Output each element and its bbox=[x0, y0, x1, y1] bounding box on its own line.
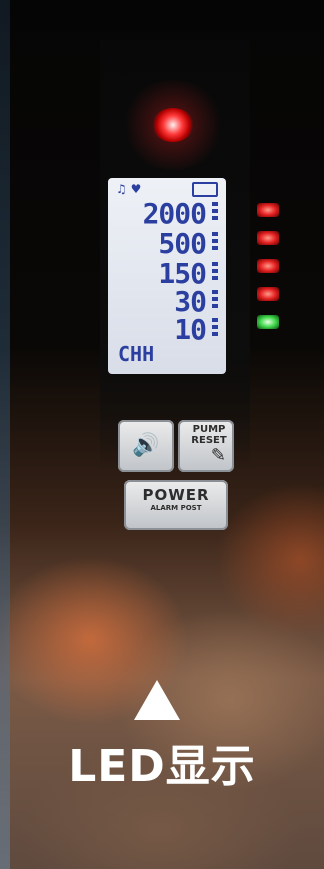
lcd-display: ♫ ♥ 2000 500 150 30 10 CHH bbox=[108, 178, 226, 374]
indicator-led-2 bbox=[257, 231, 279, 245]
lcd-level-bar-5 bbox=[212, 318, 218, 338]
lcd-level-bar-2 bbox=[212, 232, 218, 252]
brand-text-blurred bbox=[118, 392, 238, 400]
power-button[interactable]: POWER ALARM POST bbox=[124, 480, 228, 530]
lcd-level-bar-3 bbox=[212, 262, 218, 282]
lcd-reading-3: 150 bbox=[158, 257, 207, 290]
lcd-level-bar-4 bbox=[212, 290, 218, 310]
lcd-mode-label: CHH bbox=[118, 342, 155, 366]
indicator-led-5 bbox=[257, 315, 279, 329]
pump-reset-button[interactable]: PUMP RESET ✎ bbox=[178, 420, 234, 472]
lcd-reading-1: 2000 bbox=[142, 197, 207, 230]
speaker-icon: 🔊 bbox=[132, 433, 160, 458]
lcd-reading-2: 500 bbox=[158, 227, 207, 260]
indicator-led-3 bbox=[257, 259, 279, 273]
top-red-led bbox=[152, 108, 194, 142]
wrench-bulb-icon: ✎ bbox=[210, 445, 226, 466]
battery-icon bbox=[192, 182, 218, 197]
lcd-reading-5: 10 bbox=[174, 313, 207, 346]
caption-text: LED显示 bbox=[68, 741, 256, 792]
indicator-led-1 bbox=[257, 203, 279, 217]
power-sub-label: ALARM POST bbox=[150, 504, 202, 512]
lcd-level-bar-1 bbox=[212, 202, 218, 222]
pump-reset-label: PUMP RESET bbox=[191, 424, 227, 446]
lcd-status-icons: ♫ ♥ bbox=[116, 182, 142, 196]
lcd-reading-4: 30 bbox=[174, 285, 207, 318]
power-label: POWER bbox=[142, 486, 210, 504]
indicator-led-4 bbox=[257, 287, 279, 301]
sound-button[interactable]: 🔊 bbox=[118, 420, 174, 472]
up-arrow-icon bbox=[134, 680, 180, 720]
